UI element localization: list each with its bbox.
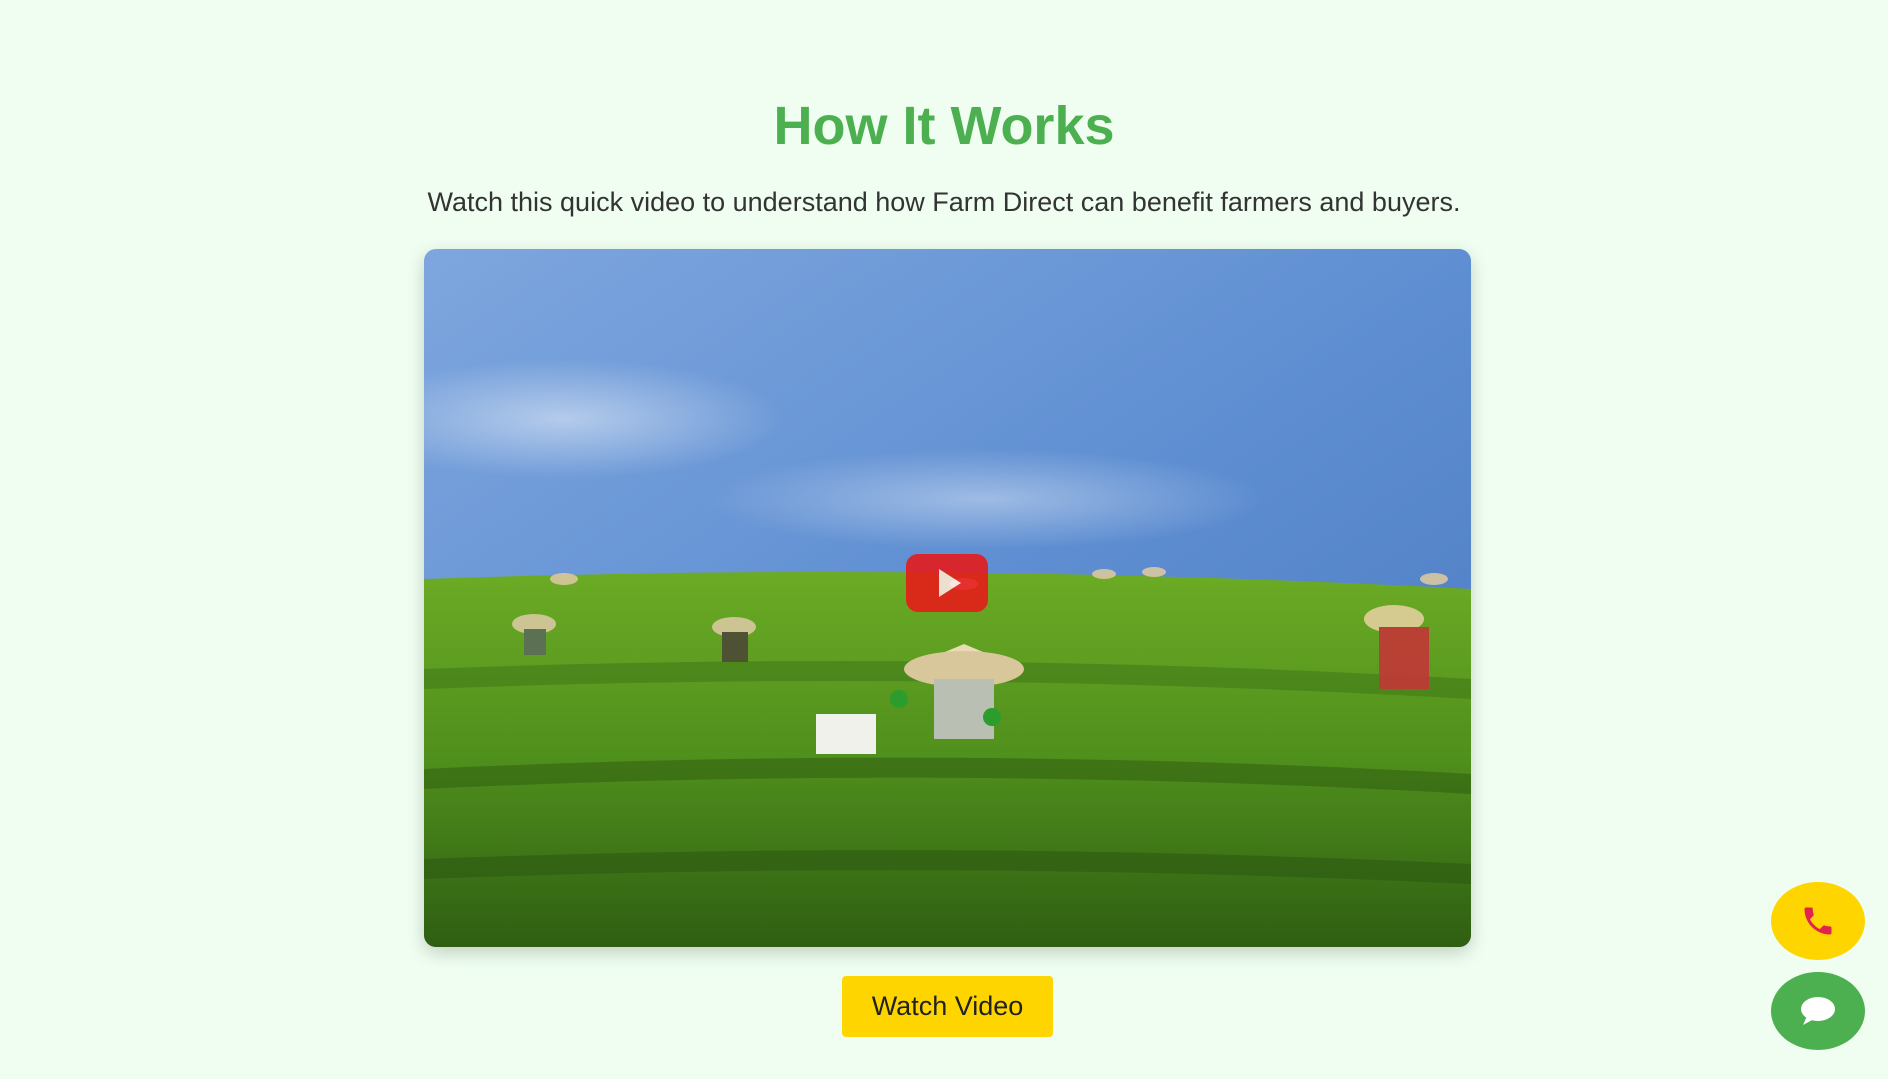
chat-button[interactable] <box>1771 972 1865 1050</box>
page: How It Works Watch this quick video to u… <box>0 0 1888 1079</box>
play-icon <box>939 569 961 597</box>
phone-icon <box>1804 907 1832 935</box>
watch-video-button[interactable]: Watch Video <box>842 976 1053 1037</box>
section-title: How It Works <box>773 96 1115 156</box>
chat-bubble-icon <box>1801 997 1835 1025</box>
video-player[interactable] <box>424 249 1471 947</box>
section-subtitle: Watch this quick video to understand how… <box>427 187 1461 217</box>
call-button[interactable] <box>1771 882 1865 960</box>
play-button[interactable] <box>906 554 988 612</box>
